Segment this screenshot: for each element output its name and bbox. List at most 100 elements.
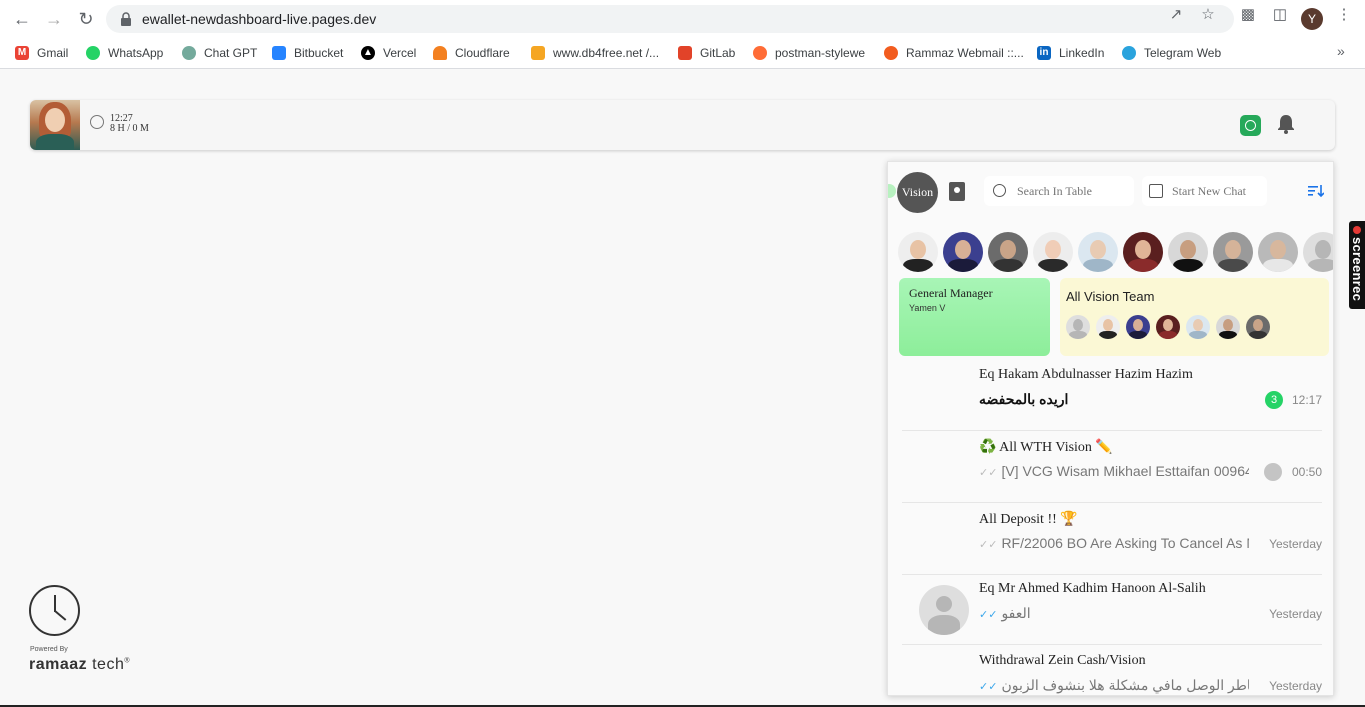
contact-avatar[interactable] bbox=[1123, 232, 1163, 272]
chat-item[interactable]: Eq Mr Ahmed Kadhim Hanoon Al-Salih ✓✓ الع… bbox=[902, 574, 1322, 645]
gm-card-title: General Manager bbox=[909, 286, 993, 300]
chat-name: ♻️ All WTH Vision ✏️ bbox=[979, 440, 1113, 455]
address-bar[interactable]: ewallet-newdashboard-live.pages.dev bbox=[106, 5, 1234, 33]
bookmark-gitlab[interactable]: GitLab bbox=[678, 44, 735, 62]
profile-avatar[interactable]: Y bbox=[1301, 8, 1323, 30]
menu-kebab-icon[interactable]: ⋮ bbox=[1334, 5, 1354, 25]
back-icon[interactable]: ← bbox=[12, 9, 32, 29]
bookmark-star-icon[interactable]: ☆ bbox=[1198, 5, 1218, 25]
double-check-icon: ✓✓ bbox=[979, 609, 998, 621]
search-input[interactable] bbox=[1017, 182, 1127, 200]
user-avatar[interactable] bbox=[30, 100, 80, 150]
contact-avatar[interactable] bbox=[1078, 232, 1118, 272]
bookmark-whatsapp[interactable]: WhatsApp bbox=[86, 44, 163, 62]
bookmark-postman[interactable]: postman-stylewe bbox=[753, 44, 865, 62]
chat-last-message: ✓✓ العفو bbox=[979, 605, 1031, 621]
bookmark-linkedin[interactable]: in LinkedIn bbox=[1037, 44, 1104, 62]
brand-logo: ramaaz tech® bbox=[29, 656, 131, 673]
chat-name: Eq Hakam Abdulnasser Hazim Hazim bbox=[979, 367, 1193, 382]
search-icon bbox=[993, 184, 1006, 197]
worked-duration: 8 H / 0 M bbox=[110, 123, 149, 134]
bookmark-cloudflare[interactable]: Cloudflare bbox=[433, 44, 510, 62]
bookmark-telegram[interactable]: Telegram Web bbox=[1122, 44, 1221, 62]
telegram-icon bbox=[1122, 46, 1136, 60]
gitlab-icon bbox=[678, 46, 692, 60]
new-chat-icon bbox=[1149, 184, 1163, 198]
roundcube-icon bbox=[884, 46, 898, 60]
clock-logo-icon bbox=[29, 585, 80, 636]
chat-time: 00:50 bbox=[1291, 465, 1322, 479]
contact-avatar[interactable] bbox=[898, 232, 938, 272]
contacts-avatar-row bbox=[888, 232, 1333, 274]
general-manager-card[interactable]: General Manager Yamen V bbox=[899, 278, 1050, 356]
chat-item[interactable]: All Deposit !! 🏆 ✓✓ RF/22006 BO Are Askin… bbox=[902, 504, 1322, 575]
team-member-avatar bbox=[1246, 315, 1270, 339]
bookmark-bitbucket[interactable]: Bitbucket bbox=[272, 44, 343, 62]
more-bookmarks-icon[interactable]: » bbox=[1337, 43, 1345, 59]
bookmark-db4free[interactable]: www.db4free.net /... bbox=[531, 44, 659, 62]
chat-time: Yesterday bbox=[1269, 537, 1322, 551]
screenrec-label: screenrec bbox=[1350, 237, 1365, 302]
team-member-avatar bbox=[1156, 315, 1180, 339]
gmail-icon: M bbox=[15, 46, 29, 60]
chat-last-message: اريده بالمحفضه bbox=[979, 391, 1069, 407]
postman-icon bbox=[753, 46, 767, 60]
double-check-icon: ✓✓ bbox=[979, 681, 998, 693]
chat-time: Yesterday bbox=[1269, 607, 1322, 621]
contact-avatar[interactable] bbox=[1213, 232, 1253, 272]
team-member-avatar bbox=[1216, 315, 1240, 339]
contact-avatar[interactable] bbox=[1168, 232, 1208, 272]
chat-item[interactable]: Withdrawal Zein Cash/Vision ✓✓ باطر الوصل… bbox=[902, 646, 1322, 695]
contact-avatar[interactable] bbox=[943, 232, 983, 272]
chat-time: 12:17 bbox=[1291, 393, 1322, 407]
bookmark-webmail[interactable]: Rammaz Webmail ::... bbox=[884, 44, 1024, 62]
url-text: ewallet-newdashboard-live.pages.dev bbox=[142, 11, 377, 27]
contact-avatar[interactable] bbox=[1258, 232, 1298, 272]
contacts-icon[interactable] bbox=[949, 182, 965, 201]
team-card-title: All Vision Team bbox=[1066, 289, 1155, 304]
start-new-chat bbox=[1142, 176, 1267, 206]
forward-icon[interactable]: → bbox=[44, 9, 64, 29]
muted-icon bbox=[1264, 463, 1282, 481]
new-chat-input[interactable] bbox=[1172, 182, 1264, 200]
contact-avatar[interactable] bbox=[1303, 232, 1333, 272]
contact-avatar[interactable] bbox=[988, 232, 1028, 272]
page-content: 12:27 8 H / 0 M Powered By ramaaz tech® … bbox=[0, 70, 1365, 707]
chat-last-message: ✓✓ [V] VCG Wisam Mikhael Esttaifan 00964 bbox=[979, 463, 1249, 479]
vision-button[interactable]: Vision bbox=[897, 172, 938, 213]
chat-time: Yesterday bbox=[1269, 679, 1322, 693]
browser-toolbar: ← → ↻ ewallet-newdashboard-live.pages.de… bbox=[0, 0, 1365, 38]
share-icon[interactable]: ↗ bbox=[1166, 5, 1186, 25]
chat-name: Withdrawal Zein Cash/Vision bbox=[979, 653, 1146, 668]
chat-last-message: ✓✓ باطر الوصل مافي مشكلة هلا بنشوف الزبون bbox=[979, 677, 1249, 693]
work-timer: 12:27 8 H / 0 M bbox=[110, 114, 149, 134]
chatgpt-icon bbox=[182, 46, 196, 60]
contact-avatar[interactable] bbox=[1033, 232, 1073, 272]
bookmark-chatgpt[interactable]: Chat GPT bbox=[182, 44, 257, 62]
bell-icon[interactable] bbox=[1277, 114, 1295, 134]
chat-last-message: ✓✓ RF/22006 BO Are Asking To Cancel As M bbox=[979, 535, 1249, 551]
phpmyadmin-icon bbox=[531, 46, 545, 60]
cloudflare-icon bbox=[433, 46, 447, 60]
whatsapp-icon[interactable] bbox=[1240, 115, 1261, 136]
screenrec-extension[interactable]: screenrec bbox=[1349, 221, 1365, 309]
chat-item[interactable]: ♻️ All WTH Vision ✏️ ✓✓ [V] VCG Wisam Mik… bbox=[902, 432, 1322, 503]
vision-team-card[interactable]: All Vision Team bbox=[1060, 278, 1329, 356]
gm-card-subtitle: Yamen V bbox=[909, 303, 946, 313]
bookmark-gmail[interactable]: M Gmail bbox=[15, 44, 68, 62]
team-member-avatar bbox=[1066, 315, 1090, 339]
team-member-avatar bbox=[1096, 315, 1120, 339]
unread-count-badge: 3 bbox=[1265, 391, 1283, 409]
linkedin-icon: in bbox=[1037, 46, 1051, 60]
chat-item[interactable]: Eq Hakam Abdulnasser Hazim Hazim اريده ب… bbox=[902, 360, 1322, 431]
bookmark-vercel[interactable]: ▲ Vercel bbox=[361, 44, 416, 62]
sort-icon[interactable] bbox=[1308, 184, 1324, 198]
vercel-icon: ▲ bbox=[361, 46, 375, 60]
side-panel-icon[interactable]: ◫ bbox=[1270, 5, 1290, 25]
powered-by-label: Powered By bbox=[30, 646, 68, 653]
reload-icon[interactable]: ↻ bbox=[76, 9, 96, 29]
extensions-icon[interactable]: ▩ bbox=[1238, 5, 1258, 25]
bookmarks-bar: M Gmail WhatsApp Chat GPT Bitbucket ▲ Verc… bbox=[0, 38, 1365, 69]
bitbucket-icon bbox=[272, 46, 286, 60]
chat-avatar bbox=[919, 585, 969, 635]
